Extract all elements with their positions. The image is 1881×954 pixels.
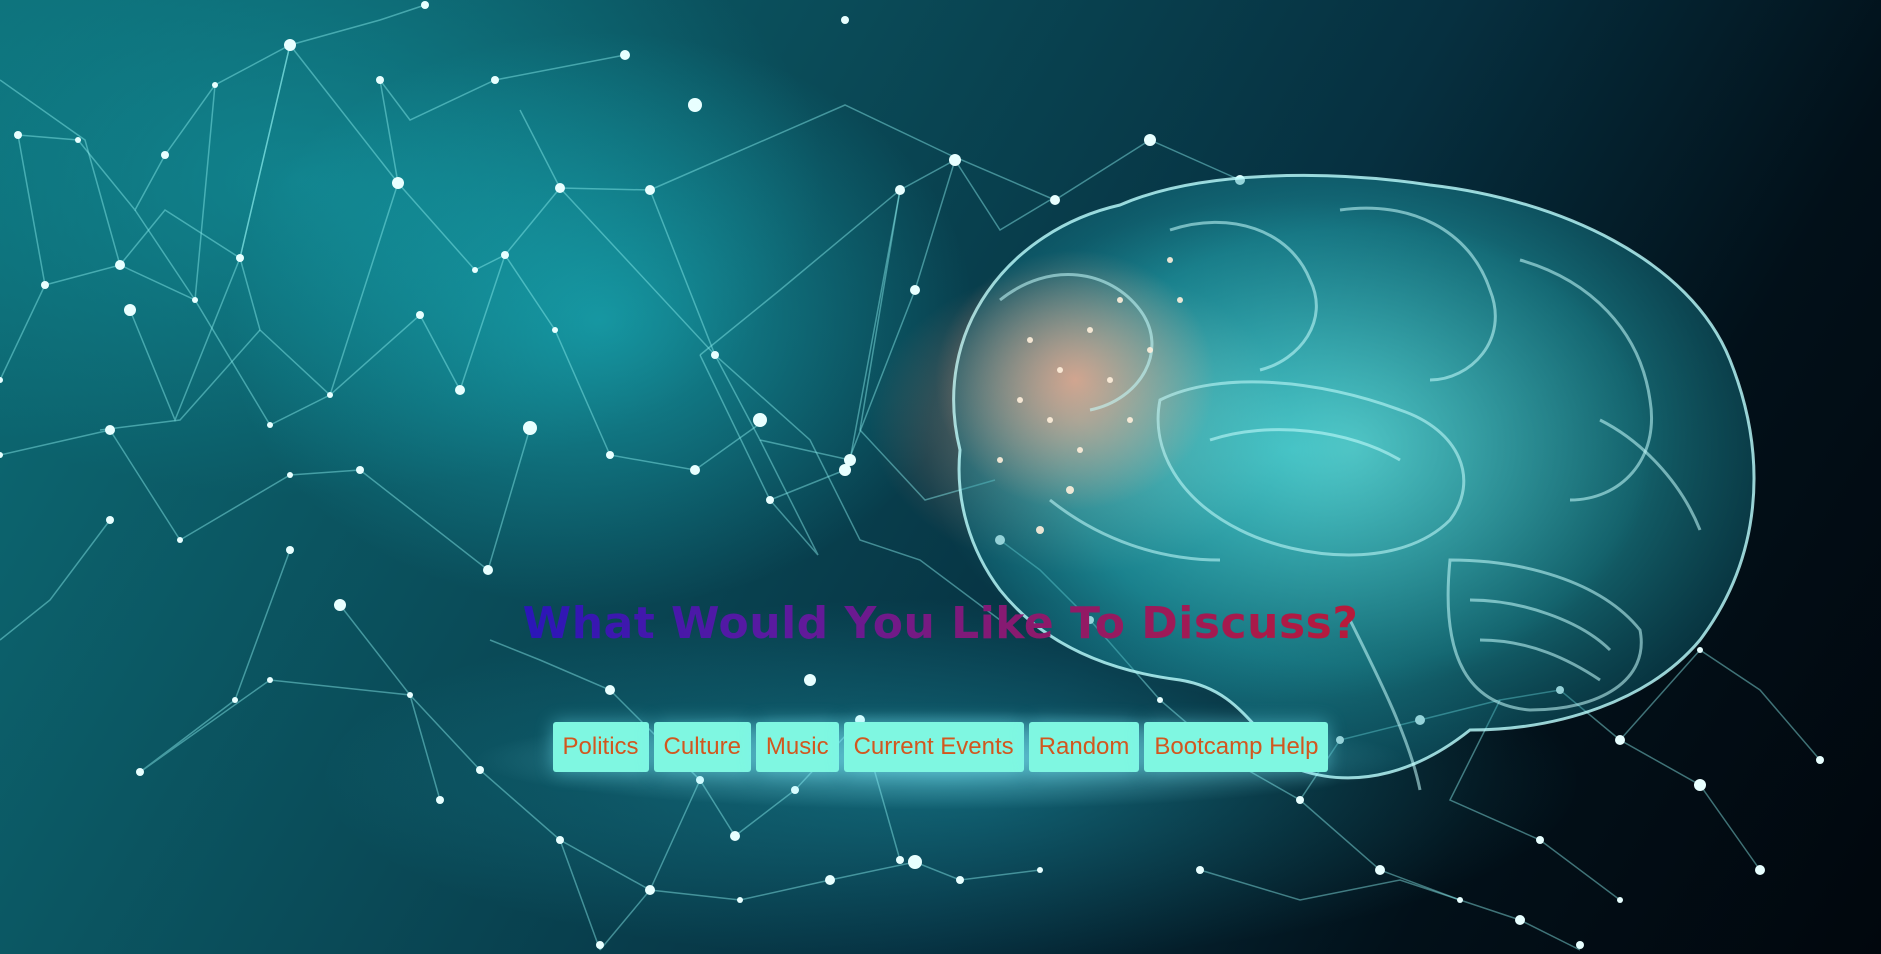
page-title-text: What Would You Like To Discuss? [522,598,1359,649]
page-title: What Would You Like To Discuss? [0,598,1881,649]
topic-button-current-events[interactable]: Current Events [843,722,1024,772]
topic-button-music[interactable]: Music [755,722,839,772]
brain-illustration [935,173,1756,791]
topic-button-politics[interactable]: Politics [552,722,649,772]
landing-page: What Would You Like To Discuss? Politics… [0,0,1881,954]
topic-button-group: Politics Culture Music Current Events Ra… [0,722,1881,772]
topic-button-culture[interactable]: Culture [653,722,751,772]
topic-button-bootcamp-help[interactable]: Bootcamp Help [1144,722,1329,772]
topic-button-random[interactable]: Random [1028,722,1140,772]
